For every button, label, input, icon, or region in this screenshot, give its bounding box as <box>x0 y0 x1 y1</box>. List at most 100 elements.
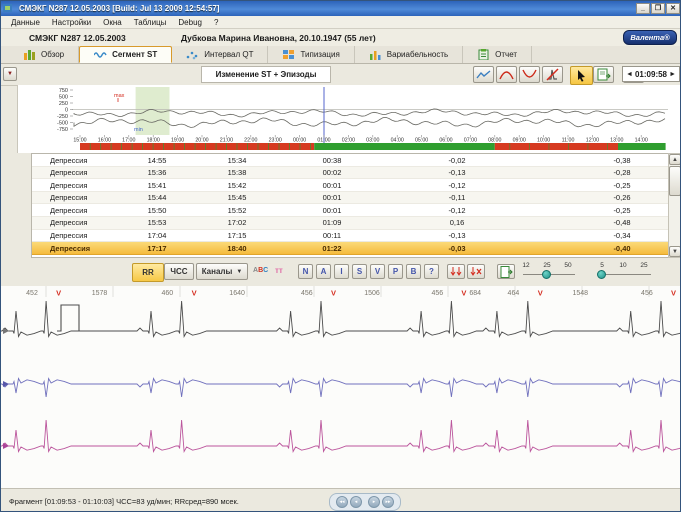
abc-labels-icon[interactable]: ABC <box>253 267 268 274</box>
v-beat-label: V <box>461 289 466 298</box>
svg-text:-750: -750 <box>57 127 68 133</box>
episodes-panel-label: Эпизоды <box>0 196 1 229</box>
episode-row[interactable]: Депрессия15:4415:4500:01-0,11-0,26 <box>32 192 668 205</box>
episode-cell: -0,26 <box>587 193 657 202</box>
v-beat-label: V <box>192 289 197 298</box>
gain-slider[interactable]: 51025 <box>597 262 653 282</box>
tab-сегмент-st[interactable]: Сегмент ST <box>79 46 172 63</box>
beat-class-button-N[interactable]: N <box>298 264 313 279</box>
episode-row[interactable]: Депрессия15:5317:0201:090,16-0,48 <box>32 217 668 230</box>
menu-item-5[interactable]: Debug <box>172 17 208 28</box>
channels-dropdown-button[interactable]: Каналы ▼ <box>196 263 248 280</box>
beat-class-button-S[interactable]: S <box>352 264 367 279</box>
step-back-button[interactable]: ◂ <box>350 496 362 508</box>
report-fragment-icon[interactable] <box>593 66 614 83</box>
svg-text:05:00: 05:00 <box>415 138 428 144</box>
options-dropdown-button[interactable]: ▼ <box>3 67 17 81</box>
svg-text:14:00: 14:00 <box>635 138 648 144</box>
beat-class-button-V[interactable]: V <box>370 264 385 279</box>
max-marker: max <box>114 93 125 99</box>
episode-cell: -0,03 <box>422 244 492 253</box>
t-marks-icon[interactable]: ᴛᴛ <box>275 266 283 275</box>
st-trend-panel[interactable]: 7505002500-250-500-750maxmin15:0016:0017… <box>17 85 681 153</box>
menu-item-1[interactable]: Данные <box>5 17 46 28</box>
tab-label: Вариабельность <box>387 50 448 59</box>
rr-mode-button[interactable]: RR <box>132 263 164 282</box>
restore-button[interactable]: ❐ <box>651 3 665 14</box>
beat-class-button-I[interactable]: I <box>334 264 349 279</box>
menu-item-6[interactable]: ? <box>208 17 224 28</box>
episode-row[interactable]: Депрессия14:5515:3400:38-0,02-0,38 <box>32 154 668 167</box>
slider-knob[interactable] <box>597 270 606 279</box>
svg-text:00:00: 00:00 <box>293 138 306 144</box>
menu-item-4[interactable]: Таблицы <box>128 17 173 28</box>
beat-class-button-?[interactable]: ? <box>424 264 439 279</box>
patient-bar: СМЭКГ N287 12.05.2003 Дубкова Марина Ива… <box>1 29 681 46</box>
close-button[interactable]: ✕ <box>666 3 680 14</box>
overview-bars-icon <box>23 49 36 60</box>
slider-knob[interactable] <box>542 270 551 279</box>
pointer-tool-icon[interactable] <box>570 66 593 85</box>
arrows-delete-icon[interactable] <box>467 264 485 279</box>
report-clipboard-icon <box>477 49 490 60</box>
tab-вариабельность[interactable]: Вариабельность <box>355 46 463 63</box>
play-button[interactable]: ▸ <box>368 496 380 508</box>
speed-slider[interactable]: 122550 <box>521 262 577 282</box>
hr-mode-button[interactable]: ЧСС <box>164 263 194 280</box>
episode-row[interactable]: Депрессия17:1718:4001:22-0,03-0,40 <box>32 242 668 255</box>
episodes-table: Депрессия14:5515:3400:38-0,02-0,38Депрес… <box>31 153 668 258</box>
episode-row[interactable]: Депрессия17:0417:1500:11-0,13-0,34 <box>32 230 668 243</box>
episode-cell: Депрессия <box>50 156 87 165</box>
episode-row[interactable]: Депрессия15:3615:3800:02-0,13-0,28 <box>32 167 668 180</box>
time-prev-button[interactable]: ◄ <box>626 71 633 78</box>
tab-обзор[interactable]: Обзор <box>9 46 79 63</box>
beat-class-button-A[interactable]: A <box>316 264 331 279</box>
st-elevation-icon[interactable] <box>496 66 517 83</box>
scrollbar-thumb[interactable] <box>669 166 681 196</box>
episode-cell: 00:11 <box>297 231 367 240</box>
scroll-up-button[interactable]: ▲ <box>669 154 681 165</box>
v-beat-label: V <box>671 289 676 298</box>
svg-text:09:00: 09:00 <box>513 138 526 144</box>
tab-типизация[interactable]: Типизация <box>268 46 354 63</box>
menu-item-3[interactable]: Окна <box>97 17 128 28</box>
tab-label: Интервал QT <box>204 50 253 59</box>
exclude-episode-icon[interactable] <box>542 66 563 83</box>
episode-row[interactable]: Депрессия15:4115:4200:01-0,12-0,25 <box>32 179 668 192</box>
ecg-strip-panel: 452V1578460V1640456V1506456V684464V15484… <box>1 286 681 488</box>
episode-cell: Депрессия <box>50 218 87 227</box>
beat-class-button-B[interactable]: B <box>406 264 421 279</box>
episode-row[interactable]: Депрессия15:5015:5200:01-0,12-0,25 <box>32 204 668 217</box>
tab-label: Отчет <box>495 50 517 59</box>
svg-text:06:00: 06:00 <box>439 138 452 144</box>
time-next-button[interactable]: ► <box>669 71 676 78</box>
forward-button[interactable]: ▸▸ <box>382 496 394 508</box>
rewind-button[interactable]: ◂◂ <box>336 496 348 508</box>
scroll-down-button[interactable]: ▼ <box>669 246 681 257</box>
export-fragment-icon[interactable] <box>497 264 515 279</box>
tab-label: Обзор <box>41 50 64 59</box>
svg-text:22:00: 22:00 <box>244 138 257 144</box>
st-depression-icon[interactable] <box>519 66 540 83</box>
menu-item-2[interactable]: Настройки <box>46 17 97 28</box>
svg-text:15:00: 15:00 <box>73 138 86 144</box>
episode-cell: 15:52 <box>202 206 272 215</box>
arrows-down-icon[interactable] <box>447 264 465 279</box>
table-scrollbar[interactable]: ▲ ▼ <box>668 153 681 258</box>
episode-cell: 0,16 <box>422 218 492 227</box>
episode-cell: 00:01 <box>297 206 367 215</box>
slider-tick-label: 50 <box>561 262 575 269</box>
st-line-icon[interactable] <box>473 66 494 83</box>
episode-cell: -0,13 <box>422 231 492 240</box>
minimize-button[interactable]: _ <box>636 3 650 14</box>
svg-text:17:00: 17:00 <box>122 138 135 144</box>
tab-интервал-qt[interactable]: Интервал QT <box>172 46 268 63</box>
tab-отчет[interactable]: Отчет <box>463 46 532 63</box>
calibration-pulse <box>57 305 83 331</box>
rr-interval-label: 460 <box>161 290 173 297</box>
svg-text:07:00: 07:00 <box>464 138 477 144</box>
current-time: 01:09:58 <box>635 70 667 79</box>
beat-class-button-P[interactable]: P <box>388 264 403 279</box>
episode-cell: 01:22 <box>297 244 367 253</box>
st-trend-chart[interactable]: 7505002500-250-500-750maxmin15:0016:0017… <box>18 85 681 153</box>
